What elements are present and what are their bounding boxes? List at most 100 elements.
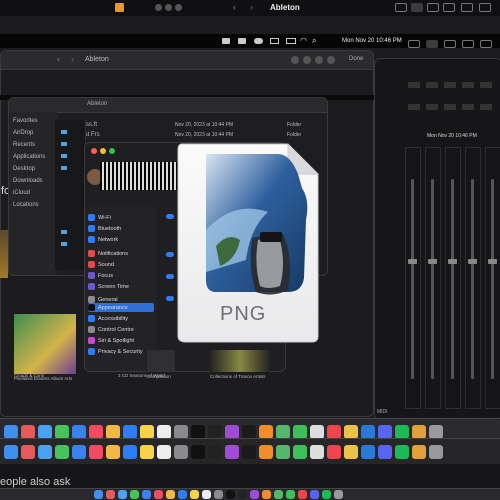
appstore-icon[interactable] <box>178 490 187 499</box>
settings-item[interactable]: Network <box>88 235 154 244</box>
search-icon[interactable]: ⌕ <box>312 36 316 46</box>
music-icon[interactable] <box>89 444 103 459</box>
back-arrow-icon[interactable]: ‹ <box>233 2 236 12</box>
group-icon[interactable] <box>462 40 474 48</box>
fader-knob[interactable] <box>468 259 477 264</box>
minimize-window-icon[interactable] <box>165 4 172 11</box>
sidebar-item[interactable]: Recents <box>13 142 35 148</box>
view-columns-icon[interactable] <box>427 3 439 12</box>
mail-icon[interactable] <box>142 490 151 499</box>
podcasts-icon[interactable] <box>225 444 239 459</box>
mixer-button[interactable] <box>408 104 420 110</box>
fader-knob[interactable] <box>408 259 417 264</box>
gallery-icon[interactable] <box>443 3 455 12</box>
music-icon[interactable] <box>154 490 163 499</box>
settings-item[interactable]: Accessibility <box>88 314 154 323</box>
more-icon[interactable] <box>315 56 323 64</box>
toggle[interactable] <box>166 296 174 301</box>
fader-knob[interactable] <box>428 259 437 264</box>
reminders-icon[interactable] <box>310 424 324 439</box>
sidebar-item[interactable]: Desktop <box>13 166 35 172</box>
maps-icon[interactable] <box>276 444 290 459</box>
launchpad-icon[interactable] <box>21 424 35 439</box>
close-window-icon[interactable] <box>91 148 97 154</box>
tag-icon[interactable] <box>303 56 311 64</box>
settings-item[interactable]: Focus <box>88 271 154 280</box>
settings-item[interactable]: Siri & Spotlight <box>88 336 154 345</box>
terminal-icon[interactable] <box>208 424 222 439</box>
finder-icon[interactable] <box>4 444 18 459</box>
sidebar-item[interactable]: Favorites <box>13 118 38 124</box>
launchpad-icon[interactable] <box>21 444 35 459</box>
ableton-icon[interactable] <box>191 424 205 439</box>
settings-item[interactable]: Control Centre <box>88 325 154 334</box>
chrome-icon[interactable] <box>344 424 358 439</box>
sidebar-item[interactable]: Downloads <box>13 178 43 184</box>
facetime-icon[interactable] <box>293 444 307 459</box>
settings-icon[interactable] <box>214 490 223 499</box>
mixer-button[interactable] <box>462 82 474 88</box>
volume-fader[interactable] <box>471 179 474 379</box>
mixer-button[interactable] <box>480 82 492 88</box>
safari-icon[interactable] <box>38 444 52 459</box>
maps-icon[interactable] <box>276 424 290 439</box>
settings-item[interactable]: Bluetooth <box>88 224 154 233</box>
battery-icon[interactable] <box>286 38 296 44</box>
trash-icon[interactable] <box>429 424 443 439</box>
share-icon[interactable] <box>480 40 492 48</box>
record-button-icon[interactable] <box>115 3 124 12</box>
ableton-icon[interactable] <box>191 444 205 459</box>
podcasts-icon[interactable] <box>250 490 259 499</box>
settings-icon[interactable] <box>174 424 188 439</box>
calendar-icon[interactable] <box>202 490 211 499</box>
reminders-icon[interactable] <box>310 444 324 459</box>
settings-item[interactable]: Wi-Fi <box>88 213 154 222</box>
spotify-icon[interactable] <box>322 490 331 499</box>
trash-icon[interactable] <box>334 490 343 499</box>
album-card[interactable]: Collections of Trance Artists <box>210 350 272 388</box>
list-item[interactable]: Cust Frs Nov 20, 2023 at 10:44 PM Folder <box>67 132 317 140</box>
settings-icon[interactable] <box>174 444 188 459</box>
mixer-button[interactable] <box>462 104 474 110</box>
podcasts-icon[interactable] <box>225 424 239 439</box>
mixer-button[interactable] <box>480 104 492 110</box>
photos-icon[interactable] <box>106 424 120 439</box>
photos-icon[interactable] <box>106 444 120 459</box>
photos-icon[interactable] <box>166 490 175 499</box>
appstore-icon[interactable] <box>123 424 137 439</box>
forward-arrow-icon[interactable]: › <box>71 54 74 64</box>
toggle[interactable] <box>166 252 174 257</box>
sidebar-item[interactable]: AirDrop <box>13 130 33 136</box>
messages-icon[interactable] <box>55 444 69 459</box>
mixer-button[interactable] <box>444 104 456 110</box>
finder-icon[interactable] <box>94 490 103 499</box>
display-icon[interactable] <box>270 38 279 44</box>
terminal-icon[interactable] <box>238 490 247 499</box>
spotify-icon[interactable] <box>395 444 409 459</box>
settings-item-selected[interactable]: Appearance <box>88 303 154 312</box>
slack-icon[interactable] <box>412 444 426 459</box>
discord-icon[interactable] <box>378 424 392 439</box>
album-art-thumbnail[interactable] <box>0 230 8 278</box>
done-button[interactable]: Done <box>349 56 363 62</box>
vscode-icon[interactable] <box>361 444 375 459</box>
safari-icon[interactable] <box>38 424 52 439</box>
vscode-icon[interactable] <box>361 424 375 439</box>
sidebar-item[interactable]: Locations <box>13 202 39 208</box>
discord-icon[interactable] <box>310 490 319 499</box>
search-icon[interactable] <box>327 56 335 64</box>
calendar-icon[interactable] <box>157 424 171 439</box>
close-window-icon[interactable] <box>155 4 162 11</box>
share-icon[interactable] <box>291 56 299 64</box>
view-list-icon[interactable] <box>426 40 438 48</box>
sidebar-item[interactable]: Applications <box>13 154 45 160</box>
fader-knob[interactable] <box>448 259 457 264</box>
calendar-icon[interactable] <box>157 444 171 459</box>
chrome-icon[interactable] <box>344 444 358 459</box>
trash-icon[interactable] <box>429 444 443 459</box>
png-file-icon[interactable]: PNG <box>176 140 322 344</box>
books-icon[interactable] <box>262 490 271 499</box>
books-icon[interactable] <box>259 424 273 439</box>
toggle[interactable] <box>166 274 174 279</box>
maps-icon[interactable] <box>274 490 283 499</box>
